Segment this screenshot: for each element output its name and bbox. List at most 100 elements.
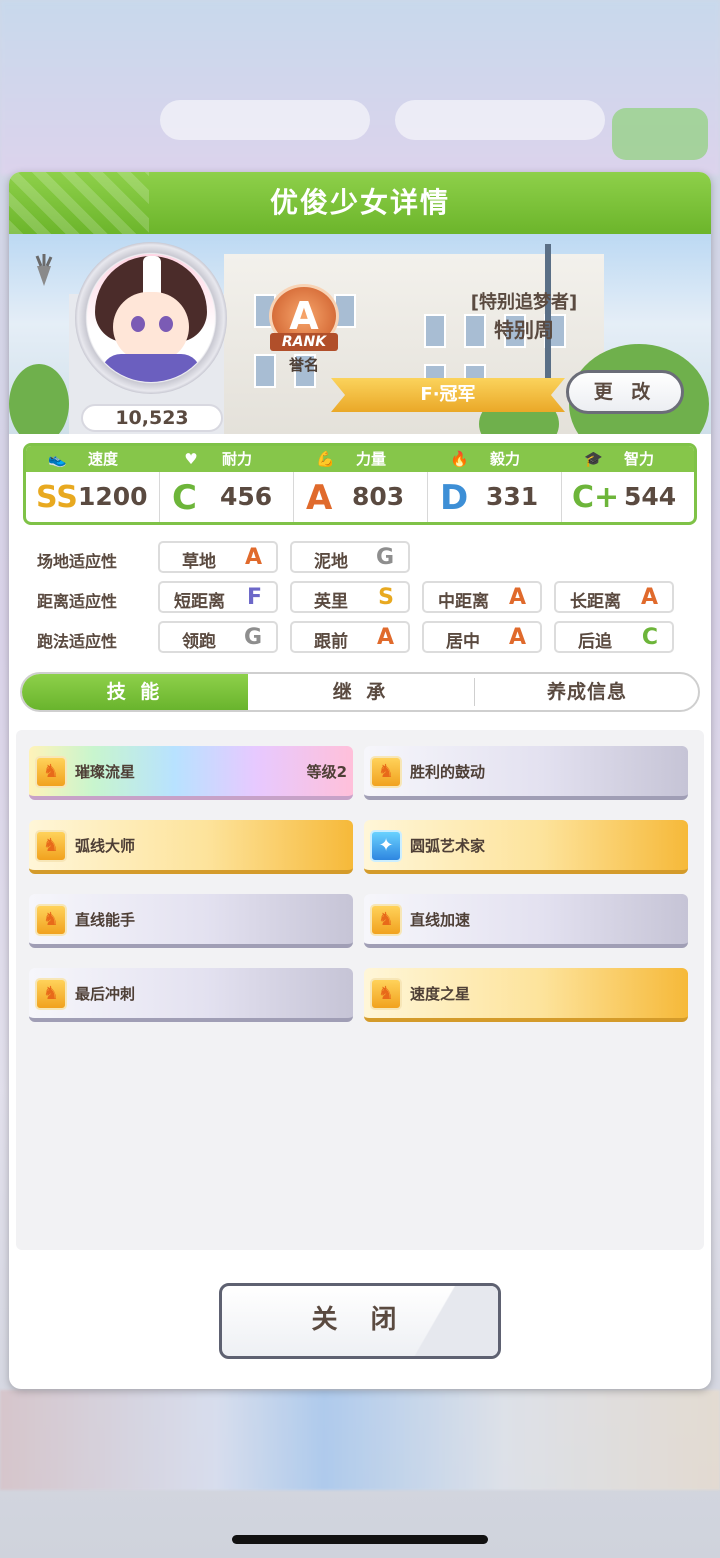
skill-item[interactable]: ♞ 直线加速 [364,894,688,948]
stat-grade: SS [36,480,78,515]
fan-count: 10,523 [81,404,223,432]
skill-item[interactable]: ♞ 弧线大师 [29,820,353,874]
stat-stamina: ♥ 耐力 C 456 [160,446,294,522]
aptitude-name: 草地 [182,552,216,572]
shoe-icon: 👟 [48,450,67,468]
stat-label: 耐力 [222,450,253,468]
flame-icon: 🔥 [450,450,469,468]
muscle-icon: 💪 [316,450,335,468]
heart-icon: ♥ [184,450,198,468]
character-epithet: [特别追梦者] [470,292,578,313]
skill-name: 最后冲刺 [75,985,136,1003]
stat-guts: 🔥 毅力 D 331 [428,446,562,522]
skill-level: 等级2 [306,763,347,781]
stat-value: 803 [352,482,405,511]
speed-horse-icon: ♞ [370,756,402,788]
stat-grade: A [306,478,333,518]
aptitude-cell: 领跑 G [158,621,278,653]
skill-item[interactable]: ♞ 胜利的鼓动 [364,746,688,800]
aptitude-cell: 短距离 F [158,581,278,613]
stat-label: 力量 [356,450,387,468]
tab-skills[interactable]: 技 能 [22,674,248,710]
stat-power: 💪 力量 A 803 [294,446,428,522]
aptitude-name: 跟前 [314,632,348,652]
carrot-icon [35,254,53,286]
speed-horse-icon: ♞ [35,830,67,862]
stat-value: 456 [220,482,273,511]
aptitude-name: 领跑 [182,632,216,652]
skill-name: 璀璨流星 [75,763,136,781]
skill-name: 圆弧艺术家 [410,837,486,855]
skill-name: 直线能手 [75,911,136,929]
aptitude-cell: 居中 A [422,621,542,653]
aptitude-name: 长距离 [570,592,621,612]
aptitude-cell: 泥地 G [290,541,410,573]
skill-item[interactable]: ✦ 圆弧艺术家 [364,820,688,874]
skill-item[interactable]: ♞ 直线能手 [29,894,353,948]
rank-tag: RANK [270,333,338,351]
rank-subtitle: 誉名 [288,356,319,374]
aptitude-grade: A [376,625,394,650]
speed-horse-icon: ♞ [35,978,67,1010]
header-pattern [9,172,149,234]
skill-name: 直线加速 [410,911,471,929]
aptitude-grade: A [244,545,262,570]
stat-value: 331 [486,482,539,511]
aptitude-track-label: 场地适应性 [37,552,118,571]
skill-name: 速度之星 [410,985,471,1003]
aptitude-grade: S [378,585,394,610]
background-bar [395,100,605,140]
aptitude-name: 后追 [578,632,612,652]
aptitude-name: 居中 [446,632,480,652]
aptitude-cell: 长距离 A [554,581,674,613]
background-bar [160,100,370,140]
tab-inheritance[interactable]: 继 承 [248,674,474,710]
skill-name: 胜利的鼓动 [410,763,486,781]
sparkle-blue-icon: ✦ [370,830,402,862]
avatar[interactable] [87,254,215,382]
aptitude-cell: 英里 S [290,581,410,613]
stat-grade: C [172,478,197,518]
stats-panel: 👟 速度 SS 1200 ♥ 耐力 C 456 💪 力量 A 803 🔥 毅力 D 33… [23,443,697,525]
stat-grade: D [440,478,469,518]
skill-item[interactable]: ♞ 璀璨流星 等级2 [29,746,353,800]
aptitude-cell: 草地 A [158,541,278,573]
change-title-button[interactable]: 更 改 [566,370,684,414]
speed-horse-icon: ♞ [35,756,67,788]
stat-label: 智力 [624,450,655,468]
skill-name: 弧线大师 [75,837,136,855]
aptitude-name: 中距离 [438,592,489,612]
aptitude-grade: A [508,585,526,610]
aptitude-grade: A [640,585,658,610]
stat-value: 1200 [78,482,148,511]
home-indicator[interactable] [232,1535,488,1544]
aptitude-name: 英里 [314,592,348,612]
tab-training-info[interactable]: 养成信息 [474,674,698,710]
aptitude-cell: 跟前 A [290,621,410,653]
stat-value: 544 [624,482,677,511]
aptitude-name: 短距离 [174,592,225,612]
aptitude-grade: A [508,625,526,650]
skill-item[interactable]: ♞ 最后冲刺 [29,968,353,1022]
detail-tabs: 技 能 继 承 养成信息 [20,672,700,712]
character-name: 特别周 [494,318,554,342]
stat-wisdom: 🎓 智力 C+ 544 [562,446,694,522]
background-bottom-nav [0,1390,720,1490]
character-detail-dialog: 优俊少女详情 10,523 A RANK 誉名 [特别追梦者] 特别周 F·冠军… [9,172,711,1389]
stat-label: 速度 [88,450,119,468]
speed-horse-icon: ♞ [370,978,402,1010]
aptitude-style-label: 跑法适应性 [37,632,118,651]
aptitude-name: 泥地 [314,552,348,572]
background-button [612,108,708,160]
aptitude-grade: G [375,545,394,570]
aptitude-grade: F [246,585,262,610]
aptitude-cell: 后追 C [554,621,674,653]
skills-list: ♞ 璀璨流星 等级2 ♞ 胜利的鼓动 ♞ 弧线大师 ✦ 圆弧艺术家 ♞ 直线能手… [16,730,704,1250]
close-button-label: 关 闭 [311,1305,409,1335]
close-button[interactable]: 关 闭 [219,1283,501,1359]
skill-item[interactable]: ♞ 速度之星 [364,968,688,1022]
graduation-cap-icon: 🎓 [584,450,603,468]
speed-horse-icon: ♞ [370,904,402,936]
dialog-header: 优俊少女详情 [9,172,711,234]
tree [9,364,69,434]
